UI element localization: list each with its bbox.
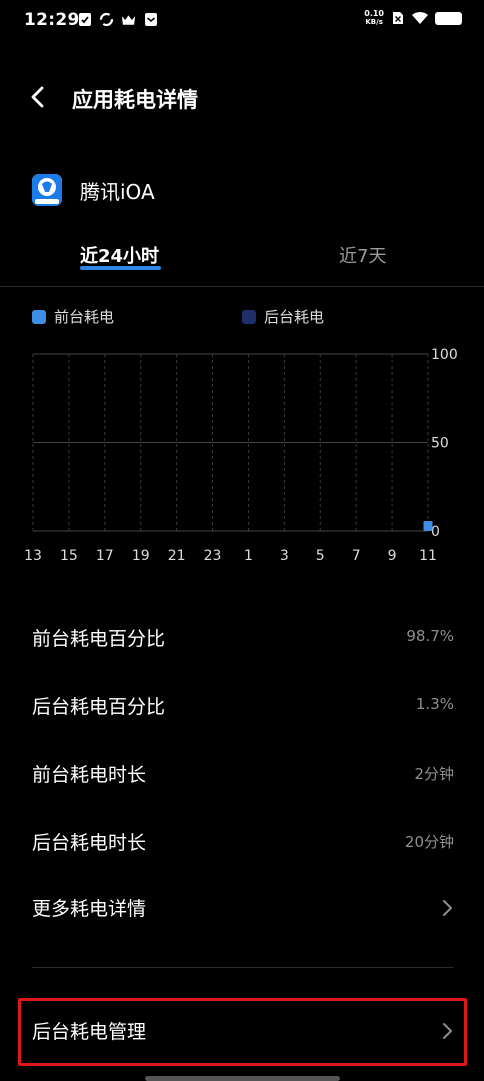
sync-icon — [99, 12, 114, 27]
stat-background-duration: 后台耗电时长 20分钟 — [32, 822, 454, 862]
more-details-label: 更多耗电详情 — [32, 898, 147, 920]
app-icon — [32, 174, 62, 206]
x-tick-label: 3 — [280, 548, 289, 564]
legend-label-background: 后台耗电 — [264, 308, 325, 326]
battery-icon — [435, 11, 462, 25]
status-bar: 12:29 0.10 KB/s — [0, 0, 484, 44]
x-tick-label: 1 — [244, 548, 253, 564]
chevron-left-icon — [31, 86, 44, 108]
page-title: 应用耗电详情 — [72, 88, 198, 112]
tab-7-days[interactable]: 近7天 — [339, 242, 386, 268]
stat-value: 1.3% — [415, 695, 454, 713]
stat-label: 后台耗电百分比 — [32, 696, 166, 718]
x-tick-label: 17 — [96, 548, 114, 564]
active-tab-indicator — [80, 266, 161, 270]
tab-24-hours[interactable]: 近24小时 — [80, 242, 159, 268]
divider — [32, 967, 454, 968]
app-info: 腾讯iOA — [32, 170, 155, 210]
more-details-link[interactable]: 更多耗电详情 — [32, 888, 454, 928]
gesture-bar — [145, 1076, 340, 1081]
wifi-icon — [411, 11, 429, 26]
chevron-right-icon — [443, 900, 452, 916]
stat-foreground-duration: 前台耗电时长 2分钟 — [32, 754, 454, 794]
stat-value: 20分钟 — [404, 833, 454, 851]
net-speed: 0.10 KB/s — [364, 9, 384, 27]
legend-swatch-foreground — [32, 309, 46, 324]
crown-icon — [121, 12, 136, 27]
stat-value: 2分钟 — [414, 765, 454, 783]
message-icon — [143, 12, 158, 27]
legend-swatch-background — [242, 309, 256, 324]
y-tick-label: 100 — [431, 347, 458, 363]
sim-off-icon — [390, 11, 405, 26]
chart-svg: 10050013 15 17 19 21 23 1 3 5 7 9 11 — [24, 347, 458, 564]
stat-foreground-percent: 前台耗电百分比 98.7% — [32, 618, 454, 658]
x-tick-label: 9 — [388, 548, 397, 564]
stat-background-percent: 后台耗电百分比 1.3% — [32, 686, 454, 726]
status-time: 12:29 — [24, 10, 80, 30]
back-button[interactable] — [26, 84, 52, 110]
legend-item-foreground: 前台耗电 — [32, 306, 114, 327]
highlight-box — [18, 998, 467, 1066]
legend-label-foreground: 前台耗电 — [54, 308, 115, 326]
clipboard-icon — [77, 12, 92, 27]
x-tick-label: 15 — [60, 548, 78, 564]
stat-label: 前台耗电百分比 — [32, 628, 166, 650]
x-tick-label: 21 — [168, 548, 186, 564]
stat-value: 98.7% — [406, 627, 454, 645]
header: 应用耗电详情 — [0, 72, 484, 122]
x-tick-label: 11 — [419, 548, 437, 564]
y-tick-label: 50 — [431, 436, 449, 452]
power-usage-chart: 100 50 0 13 15 17 19 21 23 1 3 5 7 9 11 — [0, 340, 484, 570]
x-tick-label: 5 — [316, 548, 325, 564]
x-tick-label: 23 — [204, 548, 222, 564]
time-range-tabs: 近24小时 近7天 — [0, 238, 484, 288]
divider — [0, 286, 484, 287]
stat-label: 后台耗电时长 — [32, 832, 147, 854]
x-tick-label: 13 — [24, 548, 42, 564]
chart-legend: 前台耗电 后台耗电 — [32, 306, 452, 332]
legend-item-background: 后台耗电 — [242, 306, 324, 327]
stat-label: 前台耗电时长 — [32, 764, 147, 786]
app-name: 腾讯iOA — [80, 179, 155, 204]
x-tick-label: 19 — [132, 548, 150, 564]
chart-bar — [423, 521, 433, 531]
x-tick-label: 7 — [352, 548, 361, 564]
